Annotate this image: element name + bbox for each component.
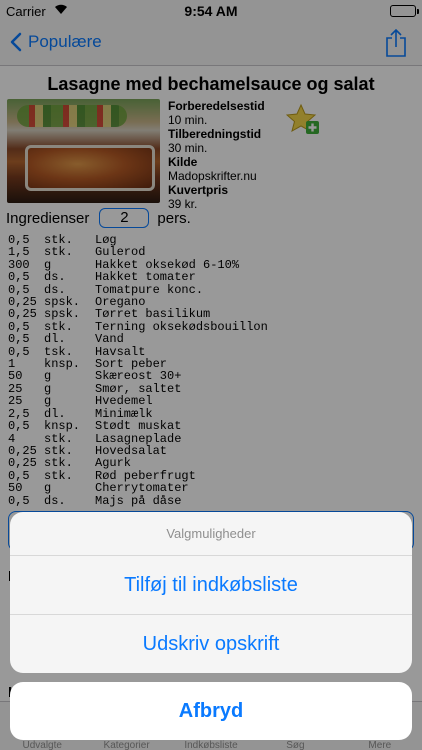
print-recipe-button[interactable]: Udskriv opskrift xyxy=(10,614,412,672)
cancel-button[interactable]: Afbryd xyxy=(10,682,412,740)
add-to-shopping-list-button[interactable]: Tilføj til indkøbsliste xyxy=(10,556,412,614)
action-sheet: Valgmuligheder Tilføj til indkøbsliste U… xyxy=(10,512,412,673)
action-sheet-title: Valgmuligheder xyxy=(10,512,412,556)
